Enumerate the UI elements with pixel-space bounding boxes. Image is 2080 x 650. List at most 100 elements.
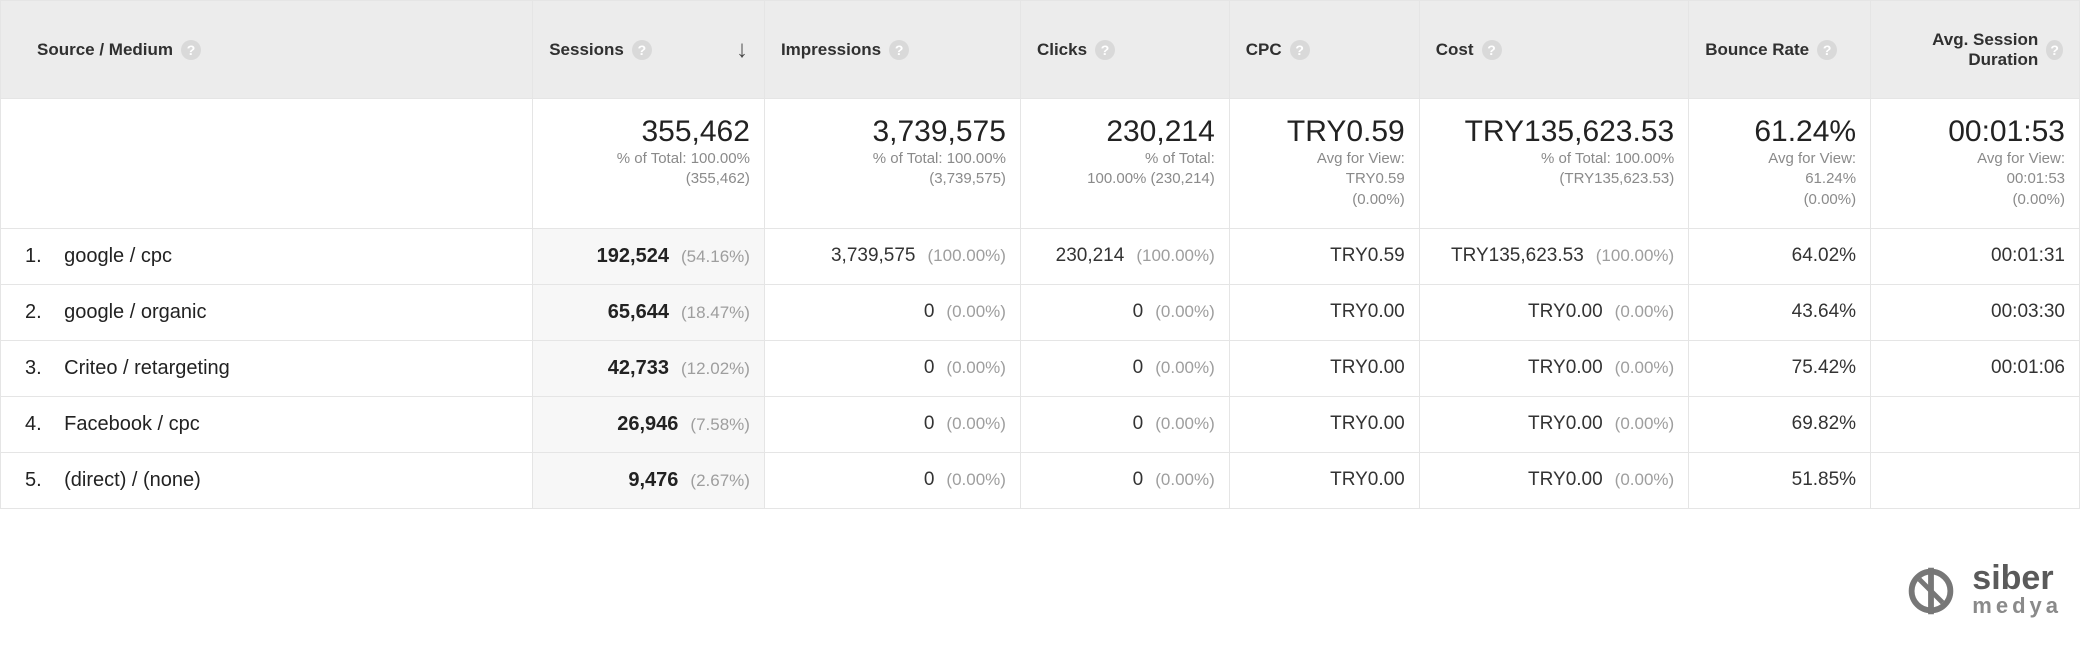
- col-label: Cost: [1436, 40, 1474, 60]
- totals-row: 355,462 % of Total: 100.00% (355,462) 3,…: [1, 99, 2080, 229]
- row-index: 3.: [25, 357, 53, 380]
- row-index: 2.: [25, 301, 53, 324]
- col-label: Impressions: [781, 40, 881, 60]
- cell-duration: [1871, 396, 2080, 452]
- total-sub: (355,462): [547, 169, 750, 189]
- dimension-value[interactable]: Criteo / retargeting: [64, 357, 230, 379]
- help-icon[interactable]: ?: [1482, 40, 1502, 60]
- totals-cost: TRY135,623.53 % of Total: 100.00% (TRY13…: [1419, 99, 1688, 229]
- metric-value: 51.85%: [1792, 469, 1856, 490]
- cell-duration: [1871, 452, 2080, 508]
- cell-cpc: TRY0.00: [1229, 452, 1419, 508]
- dimension-value[interactable]: Facebook / cpc: [64, 413, 200, 435]
- cell-sessions: 26,946(7.58%): [533, 396, 765, 452]
- metric-pct: (2.67%): [684, 471, 750, 491]
- table-row[interactable]: 5. (direct) / (none) 9,476 (2.67%) 0(0.00%)…: [1, 452, 2080, 508]
- cell-duration: 00:01:06: [1871, 340, 2080, 396]
- metric-value: 192,524: [597, 245, 669, 268]
- col-label: Source / Medium: [37, 40, 173, 60]
- metric-value: 0: [924, 301, 935, 323]
- metric-value: 00:01:06: [1991, 357, 2065, 378]
- col-header-bounce-rate[interactable]: Bounce Rate ?: [1689, 1, 1871, 99]
- col-header-clicks[interactable]: Clicks ?: [1020, 1, 1229, 99]
- cell-bounce: 51.85%: [1689, 452, 1871, 508]
- total-value: TRY0.59: [1244, 115, 1405, 149]
- totals-clicks: 230,214 % of Total: 100.00% (230,214): [1020, 99, 1229, 229]
- col-label: Bounce Rate: [1705, 40, 1809, 60]
- metric-pct: (7.58%): [684, 415, 750, 435]
- cell-bounce: 69.82%: [1689, 396, 1871, 452]
- cell-source-medium[interactable]: 5. (direct) / (none): [1, 452, 533, 508]
- cell-clicks: 230,214(100.00%): [1020, 228, 1229, 284]
- col-header-avg-duration[interactable]: Avg. Session Duration ?: [1871, 1, 2080, 99]
- help-icon[interactable]: ?: [632, 40, 652, 60]
- help-icon[interactable]: ?: [889, 40, 909, 60]
- total-value: 61.24%: [1703, 115, 1856, 149]
- col-header-cpc[interactable]: CPC ?: [1229, 1, 1419, 99]
- metric-pct: (0.00%): [940, 302, 1006, 322]
- metric-pct: (54.16%): [675, 247, 750, 267]
- help-icon[interactable]: ?: [2046, 40, 2063, 60]
- dimension-value[interactable]: (direct) / (none): [64, 469, 201, 491]
- metric-value: 9,476: [628, 469, 678, 492]
- watermark-text-2: medya: [1972, 593, 2062, 619]
- cell-cost: TRY0.00(0.00%): [1419, 340, 1688, 396]
- metric-pct: (0.00%): [1609, 302, 1675, 322]
- dimension-value[interactable]: google / cpc: [64, 245, 172, 267]
- cell-bounce: 43.64%: [1689, 284, 1871, 340]
- sort-desc-icon[interactable]: ↓: [736, 36, 748, 64]
- metric-pct: (18.47%): [675, 303, 750, 323]
- row-index: 4.: [25, 413, 53, 436]
- analytics-table: Source / Medium ? Sessions ? ↓ Impressio…: [0, 0, 2080, 509]
- total-sub: Avg for View:: [1703, 149, 1856, 169]
- row-index: 1.: [25, 245, 53, 268]
- cell-cpc: TRY0.00: [1229, 396, 1419, 452]
- metric-value: 0: [1133, 301, 1144, 323]
- col-header-sessions[interactable]: Sessions ? ↓: [533, 1, 765, 99]
- metric-pct: (0.00%): [1149, 470, 1215, 490]
- help-icon[interactable]: ?: [1817, 40, 1837, 60]
- totals-duration: 00:01:53 Avg for View: 00:01:53 (0.00%): [1871, 99, 2080, 229]
- metric-value: 00:01:31: [1991, 245, 2065, 266]
- total-sub: % of Total: 100.00%: [1434, 149, 1674, 169]
- col-header-cost[interactable]: Cost ?: [1419, 1, 1688, 99]
- total-sub: (3,739,575): [779, 169, 1006, 189]
- total-value: 230,214: [1035, 115, 1215, 149]
- total-sub: % of Total: 100.00%: [547, 149, 750, 169]
- cell-cost: TRY0.00 (0.00%): [1419, 284, 1688, 340]
- help-icon[interactable]: ?: [1095, 40, 1115, 60]
- cell-source-medium[interactable]: 4. Facebook / cpc: [1, 396, 533, 452]
- total-sub: TRY0.59: [1244, 169, 1405, 189]
- total-sub: 61.24%: [1703, 169, 1856, 189]
- table-row[interactable]: 4. Facebook / cpc26,946(7.58%)0(0.00%)0(…: [1, 396, 2080, 452]
- metric-value: TRY135,623.53: [1451, 245, 1584, 267]
- metric-value: 42,733: [608, 357, 669, 380]
- cell-clicks: 0(0.00%): [1020, 284, 1229, 340]
- dimension-value[interactable]: google / organic: [64, 301, 206, 323]
- totals-sessions: 355,462 % of Total: 100.00% (355,462): [533, 99, 765, 229]
- total-sub: 100.00% (230,214): [1035, 169, 1215, 189]
- col-header-source-medium[interactable]: Source / Medium ?: [1, 1, 533, 99]
- help-icon[interactable]: ?: [181, 40, 201, 60]
- total-value: 3,739,575: [779, 115, 1006, 149]
- total-sub: Avg for View:: [1885, 149, 2065, 169]
- table-row[interactable]: 2. google / organic65,644(18.47%)0(0.00%…: [1, 284, 2080, 340]
- cell-sessions: 65,644(18.47%): [533, 284, 765, 340]
- metric-value: TRY0.00: [1528, 301, 1603, 323]
- cell-source-medium[interactable]: 2. google / organic: [1, 284, 533, 340]
- cell-source-medium[interactable]: 3. Criteo / retargeting: [1, 340, 533, 396]
- metric-value: TRY0.00: [1330, 469, 1405, 490]
- table-row[interactable]: 1. google / cpc192,524(54.16%)3,739,575(…: [1, 228, 2080, 284]
- metric-value: 3,739,575: [831, 245, 916, 267]
- cell-cost: TRY135,623.53(100.00%): [1419, 228, 1688, 284]
- total-sub: (0.00%): [1703, 190, 1856, 210]
- col-label: Avg. Session Duration: [1887, 30, 2038, 70]
- table-row[interactable]: 3. Criteo / retargeting42,733(12.02%)0(0…: [1, 340, 2080, 396]
- cell-source-medium[interactable]: 1. google / cpc: [1, 228, 533, 284]
- total-sub: 00:01:53: [1885, 169, 2065, 189]
- col-header-impressions[interactable]: Impressions ?: [764, 1, 1020, 99]
- col-label: Sessions: [549, 40, 624, 60]
- cell-clicks: 0(0.00%): [1020, 452, 1229, 508]
- help-icon[interactable]: ?: [1290, 40, 1310, 60]
- metric-value: TRY0.59: [1330, 245, 1405, 266]
